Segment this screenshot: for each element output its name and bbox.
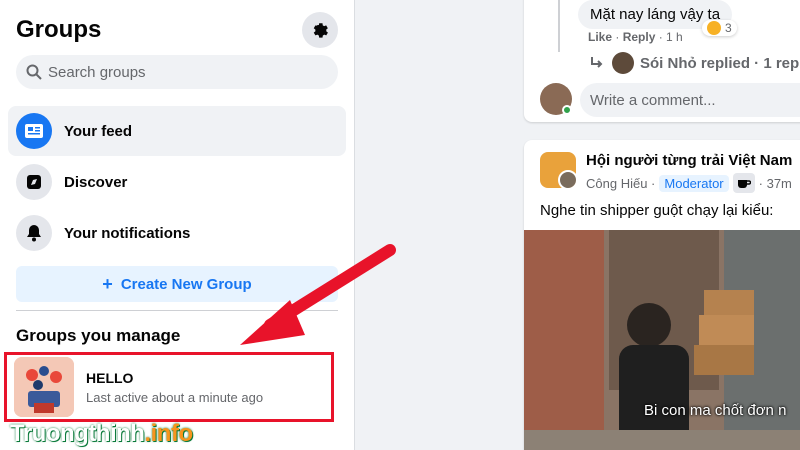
compass-icon — [16, 164, 52, 200]
nav-label-your-feed: Your feed — [64, 122, 133, 140]
replied-text: Sói Nhỏ replied · 1 reply — [640, 54, 800, 72]
image-caption: Bi con ma chốt đơn n — [644, 402, 787, 419]
post-meta: Công Hiếu · Moderator · 37m — [586, 173, 792, 193]
moderator-badge: Moderator — [659, 174, 729, 192]
post-time: 37m — [766, 175, 792, 191]
search-input[interactable] — [48, 63, 308, 81]
replies-link[interactable]: Sói Nhỏ replied · 1 reply — [590, 52, 800, 74]
haha-emoji-icon — [707, 21, 721, 35]
section-title-groups-you-manage: Groups you manage — [16, 326, 181, 345]
nav-label-notifications: Your notifications — [64, 224, 191, 242]
watermark-suffix: .info — [144, 420, 193, 447]
post-image[interactable]: Bi con ma chốt đơn n — [524, 230, 800, 450]
post-group-name[interactable]: Hội người từng trải Việt Nam — [586, 152, 792, 169]
gear-icon — [313, 23, 328, 38]
reply-arrow-icon — [591, 57, 603, 68]
online-status-dot — [562, 105, 572, 115]
groups-sidebar: Groups Your feed Discover Your notificat… — [0, 0, 355, 450]
bell-icon — [16, 215, 52, 251]
nav-label-discover: Discover — [64, 173, 128, 191]
comment-card: Mặt nay láng vậy ta 3 Like · Reply · 1 h… — [524, 0, 800, 122]
watermark-brand: Truongthinh — [10, 420, 145, 447]
highlight-box — [4, 352, 334, 422]
author-avatar — [558, 170, 576, 188]
arrow-annotation — [240, 244, 396, 345]
search-icon — [26, 64, 42, 80]
search-groups[interactable] — [16, 55, 338, 89]
group-post-avatar[interactable] — [540, 152, 576, 188]
comment-input[interactable] — [580, 83, 800, 117]
plus-icon: + — [102, 273, 113, 294]
post-author[interactable]: Công Hiếu — [586, 176, 647, 191]
thread-line — [558, 0, 560, 52]
reaction-count: 3 — [725, 21, 732, 35]
sidebar-title: Groups — [16, 16, 102, 43]
post-card: Hội người từng trải Việt Nam Công Hiếu ·… — [524, 140, 800, 450]
post-text: Nghe tin shipper guột chạy lại kiểu: — [540, 202, 774, 219]
feed-icon — [16, 113, 52, 149]
comment-actions: Like · Reply · 1 h — [588, 30, 683, 44]
reply-link[interactable]: Reply — [623, 30, 656, 44]
comment-time: 1 h — [666, 30, 683, 44]
watermark: Truongthinh.info — [10, 420, 193, 448]
replier-avatar — [612, 52, 634, 74]
nav-item-discover[interactable]: Discover — [8, 157, 346, 207]
nav-item-your-feed[interactable]: Your feed — [8, 106, 346, 156]
coffee-cup-icon — [732, 173, 755, 193]
settings-button[interactable] — [302, 12, 338, 48]
reaction-badge[interactable]: 3 — [702, 20, 737, 36]
like-link[interactable]: Like — [588, 30, 612, 44]
